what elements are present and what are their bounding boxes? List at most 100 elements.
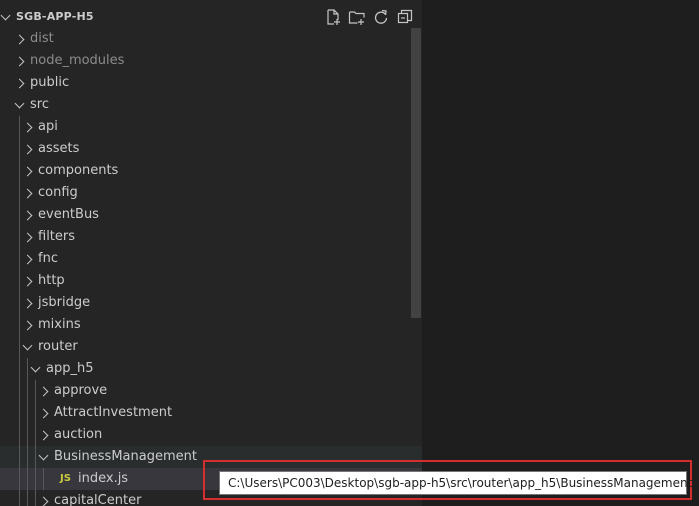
collapse-all-icon xyxy=(397,9,413,24)
javascript-file-icon: JS xyxy=(60,473,71,484)
file-tree: dist node_modulespublic src api assets compon… xyxy=(0,28,422,506)
tree-item-folder[interactable]: assets xyxy=(0,138,422,160)
tree-item-folder[interactable]: components xyxy=(0,160,422,182)
indent-guide xyxy=(19,204,20,226)
chevron-down-icon[interactable] xyxy=(14,98,25,109)
indent-guide xyxy=(19,226,20,248)
tree-item-label: src xyxy=(30,97,49,112)
chevron-down-icon[interactable] xyxy=(30,362,41,373)
chevron-right-icon[interactable] xyxy=(22,232,33,243)
indent-guide xyxy=(27,380,28,402)
tree-item-label: assets xyxy=(38,141,80,156)
chevron-right-icon[interactable] xyxy=(22,320,33,331)
chevron-right-icon[interactable] xyxy=(22,210,33,221)
explorer-actions xyxy=(324,8,414,26)
tree-item-label: filters xyxy=(38,229,76,244)
tree-item-folder[interactable]: api xyxy=(0,116,422,138)
indent-guide xyxy=(27,358,28,380)
tree-item-folder[interactable]: config xyxy=(0,182,422,204)
indent-guide xyxy=(43,468,44,490)
indent-guide xyxy=(27,424,28,446)
chevron-right-icon[interactable] xyxy=(14,34,25,45)
tree-item-folder[interactable]: mixins xyxy=(0,314,422,336)
indent-guide xyxy=(27,468,28,490)
indent-guide xyxy=(19,358,20,380)
tree-item-label: fnc xyxy=(38,251,58,266)
tree-item-folder[interactable]: approve xyxy=(0,380,422,402)
tree-item-label: app_h5 xyxy=(46,361,94,376)
tree-item-label: public xyxy=(30,75,70,90)
indent-guide xyxy=(35,380,36,402)
tree-item-label: eventBus xyxy=(38,207,99,222)
refresh-button[interactable] xyxy=(372,8,390,26)
tree-item-folder[interactable]: http xyxy=(0,270,422,292)
indent-guide xyxy=(19,380,20,402)
tree-item-label: config xyxy=(38,185,78,200)
refresh-icon xyxy=(374,9,388,24)
chevron-right-icon[interactable] xyxy=(22,144,33,155)
explorer-scrollbar[interactable] xyxy=(411,28,421,318)
chevron-right-icon[interactable] xyxy=(38,496,49,506)
tree-item-folder[interactable]: router xyxy=(0,336,422,358)
new-file-button[interactable] xyxy=(324,8,342,26)
indent-guide xyxy=(19,490,20,506)
indent-guide xyxy=(27,446,28,468)
indent-guide xyxy=(19,468,20,490)
chevron-down-icon[interactable] xyxy=(22,340,33,351)
tree-item-label: auction xyxy=(54,427,103,442)
indent-guide xyxy=(19,402,20,424)
tree-item-folder[interactable]: auction xyxy=(0,424,422,446)
tree-item-folder[interactable]: app_h5 xyxy=(0,358,422,380)
indent-guide xyxy=(35,446,36,468)
collapse-all-button[interactable] xyxy=(396,8,414,26)
new-folder-button[interactable] xyxy=(348,8,366,26)
tree-item-folder[interactable]: fnc xyxy=(0,248,422,270)
chevron-right-icon[interactable] xyxy=(14,78,25,89)
chevron-down-icon[interactable] xyxy=(0,10,11,21)
tree-item-folder[interactable]: jsbridge xyxy=(0,292,422,314)
chevron-right-icon[interactable] xyxy=(22,254,33,265)
indent-guide xyxy=(19,182,20,204)
tree-item-label: http xyxy=(38,273,65,288)
tree-item-label: api xyxy=(38,119,58,134)
chevron-right-icon[interactable] xyxy=(38,430,49,441)
chevron-right-icon[interactable] xyxy=(22,166,33,177)
new-folder-icon xyxy=(348,11,365,25)
indent-guide xyxy=(19,314,20,336)
tree-item-label: capitalCenter xyxy=(54,493,142,506)
explorer-sidebar: SGB-APP-H5 dist node_modules public src … xyxy=(0,0,422,506)
chevron-right-icon[interactable] xyxy=(38,386,49,397)
chevron-right-icon[interactable] xyxy=(22,298,33,309)
tree-item-label: approve xyxy=(54,383,108,398)
tree-item-label: BusinessManagement xyxy=(54,449,197,464)
tree-item-folder[interactable]: dist xyxy=(0,28,422,50)
chevron-right-icon[interactable] xyxy=(22,122,33,133)
tree-item-folder[interactable]: public xyxy=(0,72,422,94)
tree-item-label: jsbridge xyxy=(38,295,91,310)
chevron-right-icon[interactable] xyxy=(22,276,33,287)
tree-item-folder[interactable]: src xyxy=(0,94,422,116)
tree-item-label: router xyxy=(38,339,78,354)
indent-guide xyxy=(19,424,20,446)
indent-guide xyxy=(19,270,20,292)
indent-guide xyxy=(19,446,20,468)
indent-guide xyxy=(19,292,20,314)
tree-item-folder[interactable]: filters xyxy=(0,226,422,248)
tree-item-folder[interactable]: eventBus xyxy=(0,204,422,226)
tree-item-label: index.js xyxy=(78,471,129,486)
chevron-down-icon[interactable] xyxy=(38,450,49,461)
chevron-right-icon[interactable] xyxy=(38,408,49,419)
indent-guide xyxy=(19,336,20,358)
tree-item-label: node_modules xyxy=(30,53,125,68)
indent-guide xyxy=(35,424,36,446)
tree-item-folder[interactable]: node_modules xyxy=(0,50,422,72)
chevron-right-icon[interactable] xyxy=(22,188,33,199)
indent-guide xyxy=(35,468,36,490)
chevron-right-icon[interactable] xyxy=(14,56,25,67)
indent-guide xyxy=(27,402,28,424)
workspace-title[interactable]: SGB-APP-H5 xyxy=(16,10,94,23)
editor-area xyxy=(422,0,699,506)
indent-guide xyxy=(19,116,20,138)
path-tooltip: C:\Users\PC003\Desktop\sgb-app-h5\src\ro… xyxy=(219,471,692,495)
tree-item-folder[interactable]: AttractInvestment xyxy=(0,402,422,424)
